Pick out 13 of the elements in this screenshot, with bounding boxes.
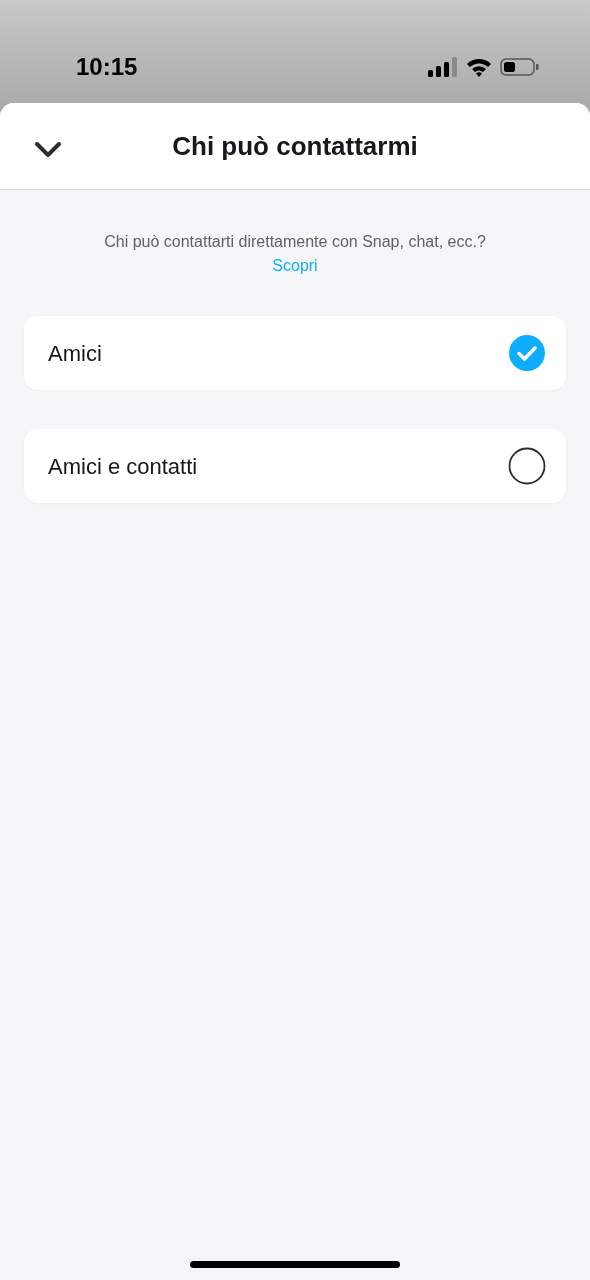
status-time: 10:15 <box>76 51 138 82</box>
page-title: Chi può contattarmi <box>172 129 418 163</box>
collapse-chevron-icon[interactable] <box>34 141 62 159</box>
radio-checked-icon[interactable] <box>508 334 546 372</box>
option-label: Amici <box>48 339 102 368</box>
option-label: Amici e contatti <box>48 452 198 481</box>
wifi-icon <box>466 56 492 77</box>
radio-empty-icon[interactable] <box>508 447 546 485</box>
option-row[interactable]: Amici e contatti <box>24 429 566 503</box>
battery-icon <box>500 56 540 77</box>
description-text: Chi può contattarti direttamente con Snap, chat, ecc.? <box>104 233 486 250</box>
signal-icon <box>428 56 458 77</box>
option-row[interactable]: Amici <box>24 316 566 390</box>
